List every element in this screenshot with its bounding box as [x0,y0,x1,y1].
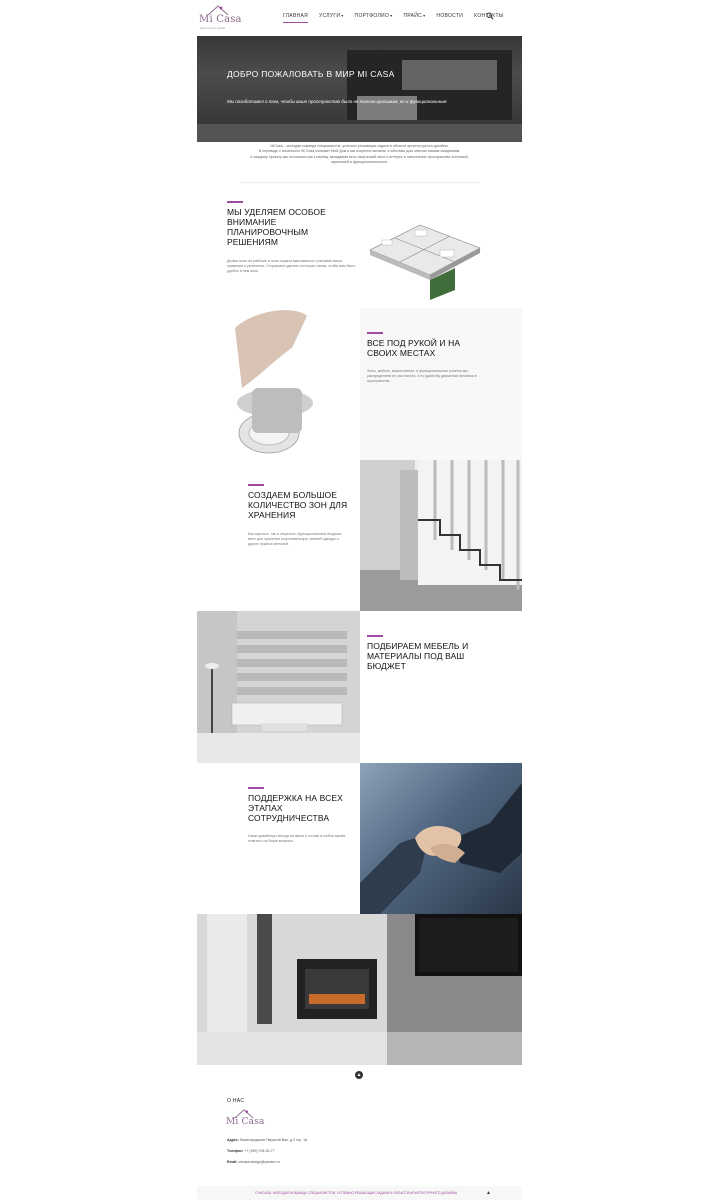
fireplace-interior-image [197,914,522,1065]
footer-logo[interactable]: Mi Casa [226,1108,268,1132]
accent-line [367,332,383,334]
nav-item-portfolio[interactable]: ПОРТФОЛИО▾ [355,13,393,19]
feature-title-planning: МЫ УДЕЛЯЕМ ОСОБОЕ ВНИМАНИЕ ПЛАНИРОВОЧНЫМ… [227,207,326,247]
nav-item-services[interactable]: УСЛУГИ▾ [319,13,344,19]
feature-panel [360,308,522,460]
footer-phone: Телефон: +7 (499) 704-00-77 [227,1149,275,1153]
feature-title-support: ПОДДЕРЖКА НА ВСЕХ ЭТАПАХ СОТРУДНИЧЕСТВА [248,793,343,823]
arrow-up-icon[interactable]: ▲ [486,1190,491,1196]
scroll-top-button[interactable]: ▲ [355,1071,363,1079]
nav-item-price[interactable]: ПРАЙС▾ [403,13,425,19]
feature-title-budget: ПОДБИРАЕМ МЕБЕЛЬ И МАТЕРИАЛЫ ПОД ВАШ БЮД… [367,641,469,671]
accent-line [367,635,383,637]
stairs-storage-image [360,460,522,611]
feature-title-storage: СОЗДАЕМ БОЛЬШОЕ КОЛИЧЕСТВО ЗОН ДЛЯ ХРАНЕ… [248,490,348,520]
intro-text: MiCasa – молодая команда специалистов, у… [250,144,469,165]
feature-text-storage: Как скрытых, так и открытых, функциональ… [248,532,343,546]
chevron-down-icon: ▾ [390,13,393,18]
copyright-text: © MICASA, МОЛОДАЯ КОМАНДА СПЕЦИАЛИСТОВ, … [255,1191,458,1195]
bottom-bar: © MICASA, МОЛОДАЯ КОМАНДА СПЕЦИАЛИСТОВ, … [197,1186,522,1200]
hero-subtitle: Мы позаботимся о том, чтобы ваше простра… [227,99,447,104]
chevron-down-icon: ▾ [341,13,344,18]
nav-item-news[interactable]: НОВОСТИ [436,13,463,19]
footer-address: Адрес: Нижегородская Тверской Вал, д.3 с… [227,1138,308,1142]
handshake-image [360,763,522,914]
accent-line [248,484,264,486]
main-nav: ГЛАВНАЯ УСЛУГИ▾ ПОРТФОЛИО▾ ПРАЙС▾ НОВОСТ… [283,13,515,23]
feature-text-planning: Делим зоны на рабочие и зоны отдыха макс… [227,259,356,273]
site-header: Mi Casa архитектура и дизайн ГЛАВНАЯ УСЛ… [197,0,522,36]
logo-tagline: архитектура и дизайн [200,27,226,30]
chevron-down-icon: ▾ [423,13,426,18]
accent-line [248,787,264,789]
arrow-up-icon: ▲ [356,1072,362,1078]
accent-line [227,201,243,203]
hero-banner: ДОБРО ПОЖАЛОВАТЬ В МИР MI CASA Мы позабо… [197,36,522,142]
feature-title-placement: ВСЕ ПОД РУКОЙ И НА СВОИХ МЕСТАХ [367,338,461,358]
footer-email[interactable]: Email: micasa.design@yandex.ru [227,1160,280,1164]
feature-text-placement: Зоны, мебель, выключатели, и функциональ… [367,369,477,383]
logo-text: Mi Casa [199,14,242,25]
divider [240,182,480,183]
living-room-image [197,611,360,763]
hero-title: ДОБРО ПОЖАЛОВАТЬ В МИР MI CASA [227,69,395,79]
nav-item-home[interactable]: ГЛАВНАЯ [283,13,309,23]
search-icon[interactable] [486,12,494,20]
footer-logo-text: Mi Casa [226,1117,265,1127]
logo[interactable]: Mi Casa архитектура и дизайн [199,4,242,32]
socket-image [197,308,360,460]
feature-text-support: Наши дизайнеры всегда на связи и готовы … [248,834,346,843]
footer-heading: О НАС [227,1098,245,1104]
floor-plan-image [369,224,481,300]
